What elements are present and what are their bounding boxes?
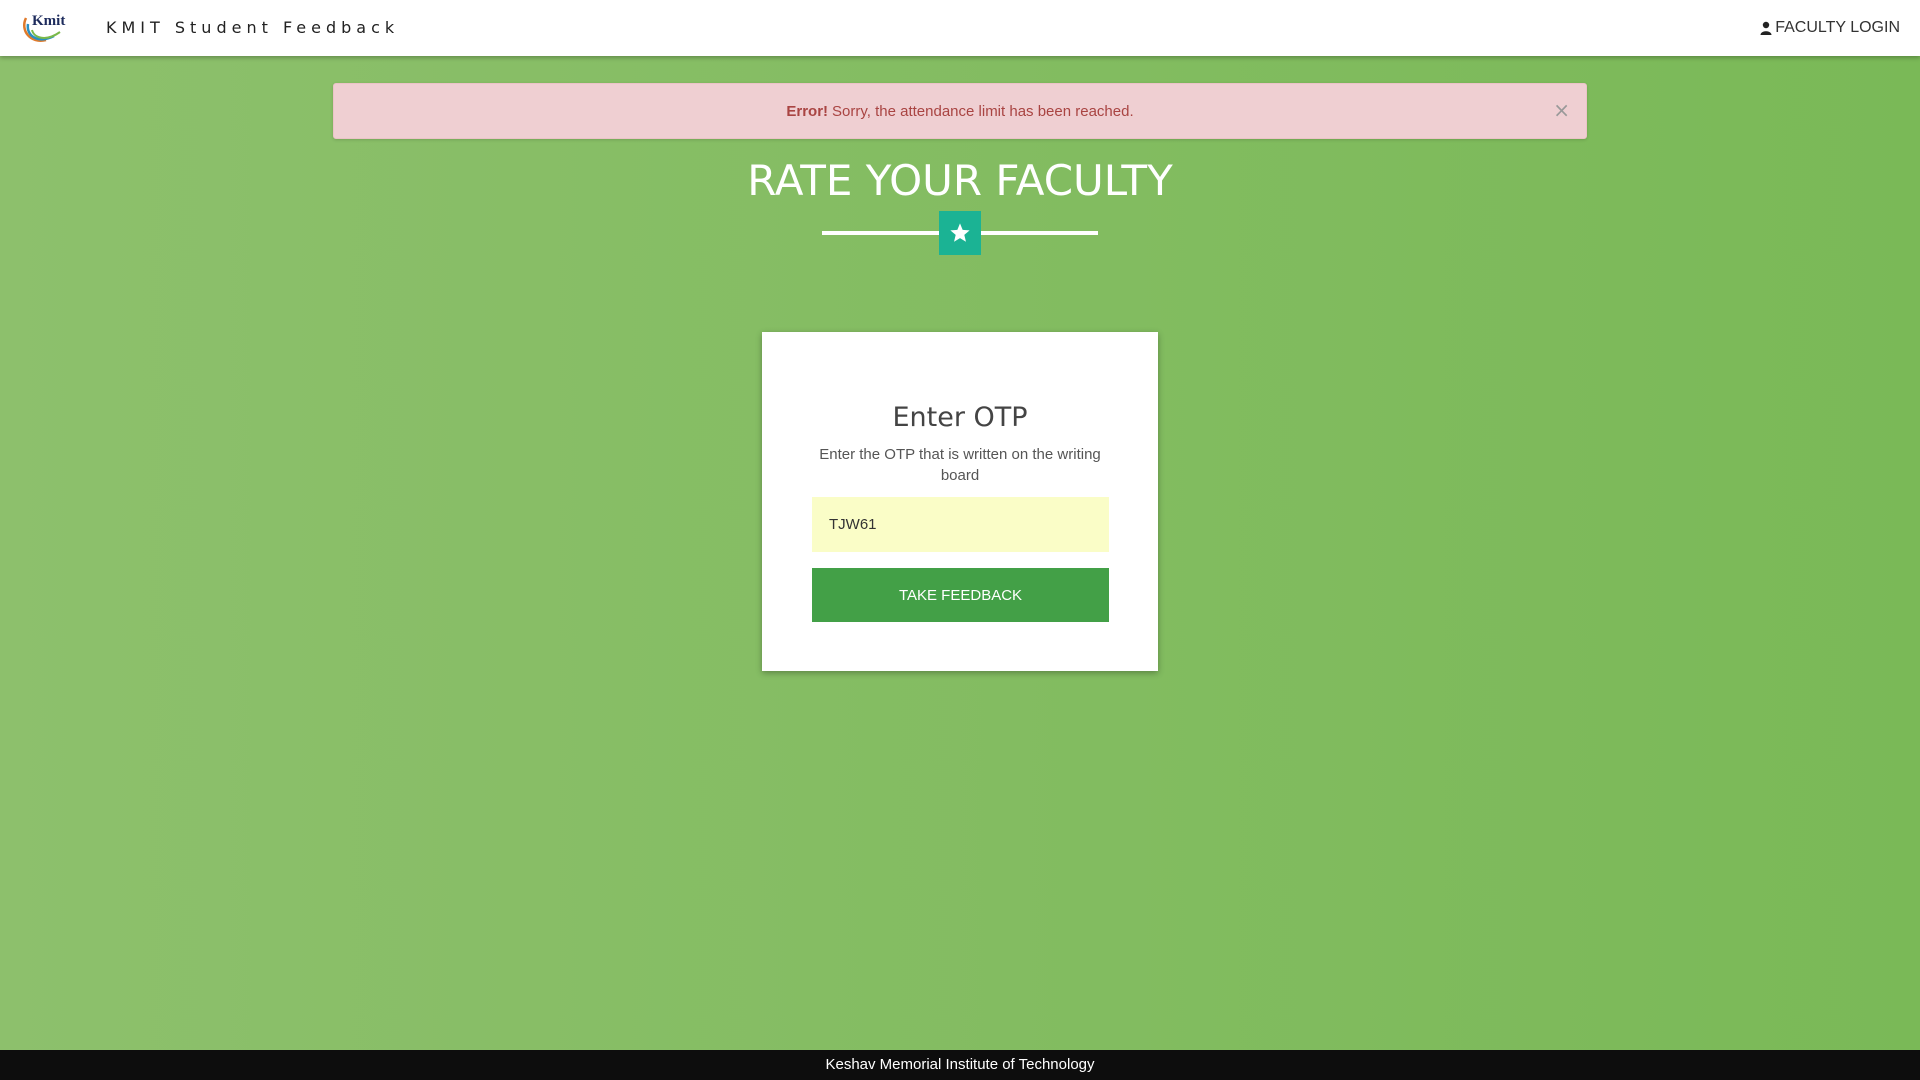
page-heading: RATE YOUR FACULTY: [747, 156, 1173, 205]
faculty-login-link[interactable]: FACULTY LOGIN: [1760, 19, 1900, 37]
site-brand[interactable]: KMIT Student Feedback: [106, 18, 399, 37]
take-feedback-button[interactable]: TAKE FEEDBACK: [812, 568, 1109, 622]
divider-line-left: [822, 231, 939, 235]
navbar: Kmit KMIT Student Feedback FACULTY LOGIN: [0, 0, 1920, 56]
otp-card-title: Enter OTP: [892, 402, 1028, 433]
footer: Keshav Memorial Institute of Technology: [0, 1050, 1920, 1080]
otp-input[interactable]: [812, 497, 1109, 552]
alert-message: Sorry, the attendance limit has been rea…: [832, 102, 1134, 120]
error-alert: Error! Sorry, the attendance limit has b…: [333, 83, 1587, 139]
user-icon: [1760, 21, 1772, 35]
logo-text: Kmit: [32, 13, 66, 29]
divider-line-right: [981, 231, 1098, 235]
star-badge: [939, 211, 981, 255]
footer-text: Keshav Memorial Institute of Technology: [825, 1056, 1095, 1073]
star-icon: [950, 223, 970, 242]
otp-card: Enter OTP Enter the OTP that is written …: [762, 332, 1158, 671]
otp-card-description: Enter the OTP that is written on the wri…: [819, 446, 1101, 484]
kmit-logo[interactable]: Kmit: [20, 10, 68, 46]
faculty-login-label: FACULTY LOGIN: [1775, 19, 1900, 36]
alert-close-button[interactable]: ×: [1553, 100, 1570, 120]
star-divider: [822, 211, 1098, 255]
alert-label: Error!: [786, 102, 829, 120]
